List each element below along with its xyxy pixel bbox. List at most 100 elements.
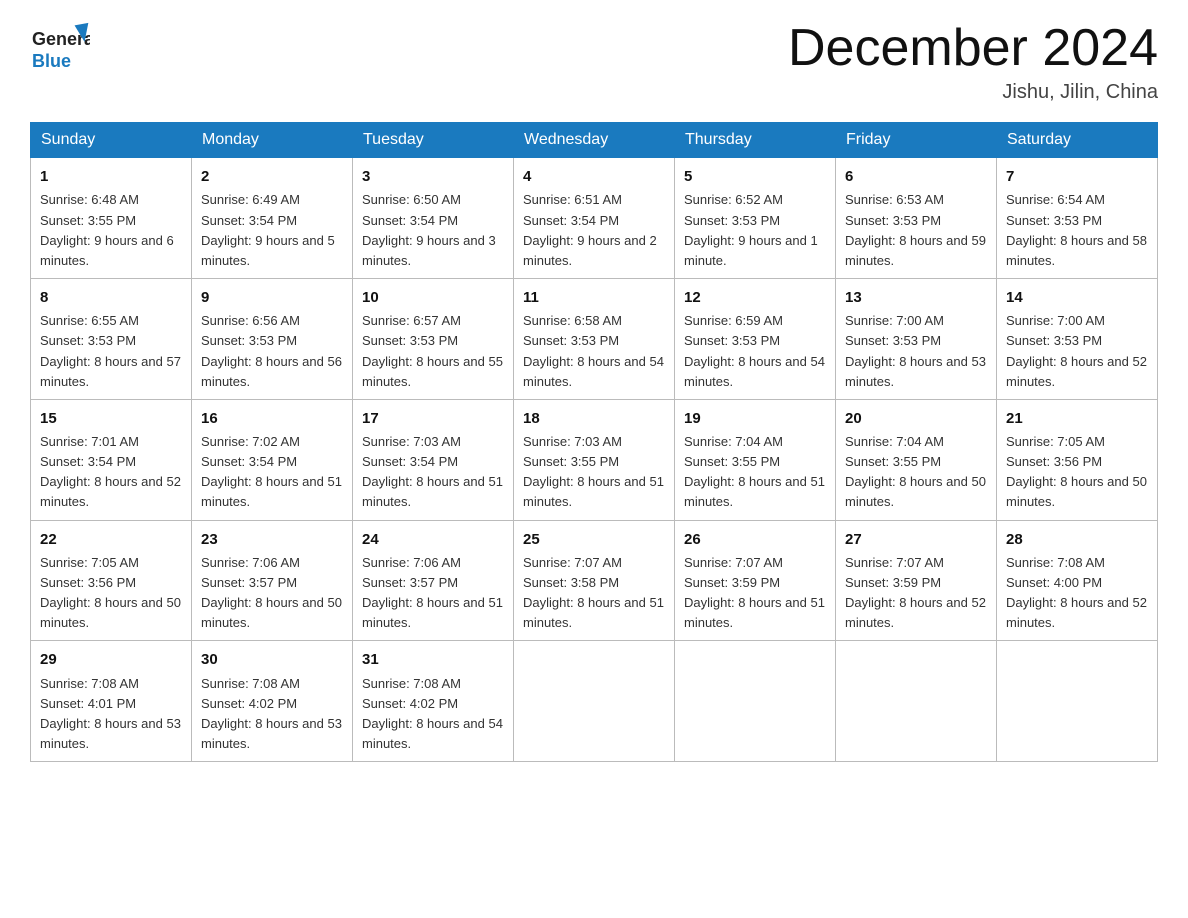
day-number: 4 [523, 165, 665, 188]
calendar-cell: 8 Sunrise: 6:55 AMSunset: 3:53 PMDayligh… [31, 279, 192, 400]
weekday-header-tuesday: Tuesday [353, 123, 514, 158]
weekday-header-friday: Friday [836, 123, 997, 158]
weekday-header-monday: Monday [192, 123, 353, 158]
calendar-cell [836, 641, 997, 762]
calendar-cell: 17 Sunrise: 7:03 AMSunset: 3:54 PMDaylig… [353, 399, 514, 520]
day-number: 27 [845, 528, 987, 551]
weekday-header-wednesday: Wednesday [514, 123, 675, 158]
calendar-cell: 4 Sunrise: 6:51 AMSunset: 3:54 PMDayligh… [514, 158, 675, 279]
day-number: 18 [523, 407, 665, 430]
calendar-cell: 2 Sunrise: 6:49 AMSunset: 3:54 PMDayligh… [192, 158, 353, 279]
calendar-week-2: 8 Sunrise: 6:55 AMSunset: 3:53 PMDayligh… [31, 279, 1158, 400]
weekday-header-row: SundayMondayTuesdayWednesdayThursdayFrid… [31, 123, 1158, 158]
day-number: 2 [201, 165, 343, 188]
day-number: 12 [684, 286, 826, 309]
day-info: Sunrise: 6:54 AMSunset: 3:53 PMDaylight:… [1006, 192, 1147, 267]
calendar-week-4: 22 Sunrise: 7:05 AMSunset: 3:56 PMDaylig… [31, 520, 1158, 641]
calendar-cell: 31 Sunrise: 7:08 AMSunset: 4:02 PMDaylig… [353, 641, 514, 762]
calendar-cell [514, 641, 675, 762]
calendar-cell: 5 Sunrise: 6:52 AMSunset: 3:53 PMDayligh… [675, 158, 836, 279]
day-info: Sunrise: 6:52 AMSunset: 3:53 PMDaylight:… [684, 192, 818, 267]
day-info: Sunrise: 7:07 AMSunset: 3:59 PMDaylight:… [684, 555, 825, 630]
calendar-cell: 29 Sunrise: 7:08 AMSunset: 4:01 PMDaylig… [31, 641, 192, 762]
day-info: Sunrise: 7:01 AMSunset: 3:54 PMDaylight:… [40, 434, 181, 509]
weekday-header-sunday: Sunday [31, 123, 192, 158]
day-info: Sunrise: 6:56 AMSunset: 3:53 PMDaylight:… [201, 313, 342, 388]
day-number: 26 [684, 528, 826, 551]
day-info: Sunrise: 6:50 AMSunset: 3:54 PMDaylight:… [362, 192, 496, 267]
day-info: Sunrise: 7:08 AMSunset: 4:00 PMDaylight:… [1006, 555, 1147, 630]
day-number: 19 [684, 407, 826, 430]
day-number: 7 [1006, 165, 1148, 188]
calendar-cell: 14 Sunrise: 7:00 AMSunset: 3:53 PMDaylig… [997, 279, 1158, 400]
day-info: Sunrise: 6:57 AMSunset: 3:53 PMDaylight:… [362, 313, 503, 388]
calendar-cell: 13 Sunrise: 7:00 AMSunset: 3:53 PMDaylig… [836, 279, 997, 400]
calendar-cell: 10 Sunrise: 6:57 AMSunset: 3:53 PMDaylig… [353, 279, 514, 400]
day-info: Sunrise: 6:59 AMSunset: 3:53 PMDaylight:… [684, 313, 825, 388]
day-number: 15 [40, 407, 182, 430]
day-number: 28 [1006, 528, 1148, 551]
day-number: 21 [1006, 407, 1148, 430]
day-number: 17 [362, 407, 504, 430]
calendar-cell: 7 Sunrise: 6:54 AMSunset: 3:53 PMDayligh… [997, 158, 1158, 279]
day-info: Sunrise: 7:07 AMSunset: 3:58 PMDaylight:… [523, 555, 664, 630]
day-info: Sunrise: 6:55 AMSunset: 3:53 PMDaylight:… [40, 313, 181, 388]
calendar-cell: 26 Sunrise: 7:07 AMSunset: 3:59 PMDaylig… [675, 520, 836, 641]
calendar-cell [997, 641, 1158, 762]
day-number: 1 [40, 165, 182, 188]
day-number: 20 [845, 407, 987, 430]
calendar-week-1: 1 Sunrise: 6:48 AMSunset: 3:55 PMDayligh… [31, 158, 1158, 279]
calendar-cell: 3 Sunrise: 6:50 AMSunset: 3:54 PMDayligh… [353, 158, 514, 279]
calendar-week-5: 29 Sunrise: 7:08 AMSunset: 4:01 PMDaylig… [31, 641, 1158, 762]
calendar-cell: 19 Sunrise: 7:04 AMSunset: 3:55 PMDaylig… [675, 399, 836, 520]
calendar-cell: 28 Sunrise: 7:08 AMSunset: 4:00 PMDaylig… [997, 520, 1158, 641]
logo: General Blue [30, 20, 90, 79]
day-number: 5 [684, 165, 826, 188]
month-title: December 2024 [788, 20, 1158, 77]
calendar-table: SundayMondayTuesdayWednesdayThursdayFrid… [30, 122, 1158, 762]
weekday-header-saturday: Saturday [997, 123, 1158, 158]
logo-icon: General Blue [30, 20, 90, 75]
day-info: Sunrise: 7:00 AMSunset: 3:53 PMDaylight:… [845, 313, 986, 388]
day-info: Sunrise: 7:06 AMSunset: 3:57 PMDaylight:… [201, 555, 342, 630]
calendar-cell: 27 Sunrise: 7:07 AMSunset: 3:59 PMDaylig… [836, 520, 997, 641]
day-number: 23 [201, 528, 343, 551]
day-info: Sunrise: 7:05 AMSunset: 3:56 PMDaylight:… [40, 555, 181, 630]
calendar-cell: 6 Sunrise: 6:53 AMSunset: 3:53 PMDayligh… [836, 158, 997, 279]
day-info: Sunrise: 6:49 AMSunset: 3:54 PMDaylight:… [201, 192, 335, 267]
day-number: 16 [201, 407, 343, 430]
day-info: Sunrise: 6:53 AMSunset: 3:53 PMDaylight:… [845, 192, 986, 267]
day-number: 30 [201, 648, 343, 671]
calendar-cell: 16 Sunrise: 7:02 AMSunset: 3:54 PMDaylig… [192, 399, 353, 520]
day-number: 10 [362, 286, 504, 309]
day-number: 8 [40, 286, 182, 309]
day-number: 6 [845, 165, 987, 188]
calendar-cell: 20 Sunrise: 7:04 AMSunset: 3:55 PMDaylig… [836, 399, 997, 520]
calendar-cell: 11 Sunrise: 6:58 AMSunset: 3:53 PMDaylig… [514, 279, 675, 400]
day-info: Sunrise: 7:04 AMSunset: 3:55 PMDaylight:… [684, 434, 825, 509]
svg-text:Blue: Blue [32, 51, 71, 71]
location-subtitle: Jishu, Jilin, China [788, 81, 1158, 104]
calendar-cell: 9 Sunrise: 6:56 AMSunset: 3:53 PMDayligh… [192, 279, 353, 400]
calendar-cell: 18 Sunrise: 7:03 AMSunset: 3:55 PMDaylig… [514, 399, 675, 520]
calendar-cell: 24 Sunrise: 7:06 AMSunset: 3:57 PMDaylig… [353, 520, 514, 641]
title-block: December 2024 Jishu, Jilin, China [788, 20, 1158, 104]
day-number: 24 [362, 528, 504, 551]
day-number: 3 [362, 165, 504, 188]
day-info: Sunrise: 7:00 AMSunset: 3:53 PMDaylight:… [1006, 313, 1147, 388]
day-info: Sunrise: 6:48 AMSunset: 3:55 PMDaylight:… [40, 192, 174, 267]
calendar-cell: 22 Sunrise: 7:05 AMSunset: 3:56 PMDaylig… [31, 520, 192, 641]
calendar-cell: 15 Sunrise: 7:01 AMSunset: 3:54 PMDaylig… [31, 399, 192, 520]
day-info: Sunrise: 7:08 AMSunset: 4:02 PMDaylight:… [201, 676, 342, 751]
day-info: Sunrise: 7:05 AMSunset: 3:56 PMDaylight:… [1006, 434, 1147, 509]
calendar-cell: 25 Sunrise: 7:07 AMSunset: 3:58 PMDaylig… [514, 520, 675, 641]
calendar-cell: 21 Sunrise: 7:05 AMSunset: 3:56 PMDaylig… [997, 399, 1158, 520]
weekday-header-thursday: Thursday [675, 123, 836, 158]
day-number: 13 [845, 286, 987, 309]
calendar-cell [675, 641, 836, 762]
day-info: Sunrise: 7:07 AMSunset: 3:59 PMDaylight:… [845, 555, 986, 630]
day-info: Sunrise: 7:04 AMSunset: 3:55 PMDaylight:… [845, 434, 986, 509]
day-info: Sunrise: 7:03 AMSunset: 3:54 PMDaylight:… [362, 434, 503, 509]
day-info: Sunrise: 7:02 AMSunset: 3:54 PMDaylight:… [201, 434, 342, 509]
day-info: Sunrise: 6:58 AMSunset: 3:53 PMDaylight:… [523, 313, 664, 388]
